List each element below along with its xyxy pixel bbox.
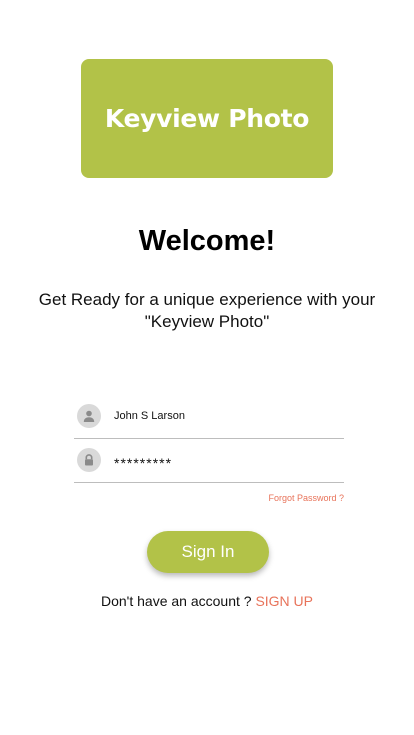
username-input[interactable] <box>114 406 339 426</box>
app-logo: Keyview Photo <box>81 59 333 178</box>
user-icon <box>77 404 101 428</box>
forgot-password-link[interactable]: Forgot Password ? <box>214 493 344 503</box>
username-field <box>74 402 344 439</box>
sign-in-button[interactable]: Sign In <box>147 531 269 573</box>
lock-icon <box>77 448 101 472</box>
password-input[interactable] <box>114 453 339 473</box>
app-logo-text: Keyview Photo <box>104 104 310 133</box>
welcome-subtitle: Get Ready for a unique experience with y… <box>38 290 376 331</box>
password-field <box>74 446 344 483</box>
signup-prompt: Don't have an account ? <box>100 593 256 609</box>
welcome-title: Welcome! <box>138 225 276 257</box>
sign-up-link[interactable]: SIGN UP <box>255 593 313 609</box>
signup-row: Don't have an account ? SIGN UP <box>0 593 414 609</box>
